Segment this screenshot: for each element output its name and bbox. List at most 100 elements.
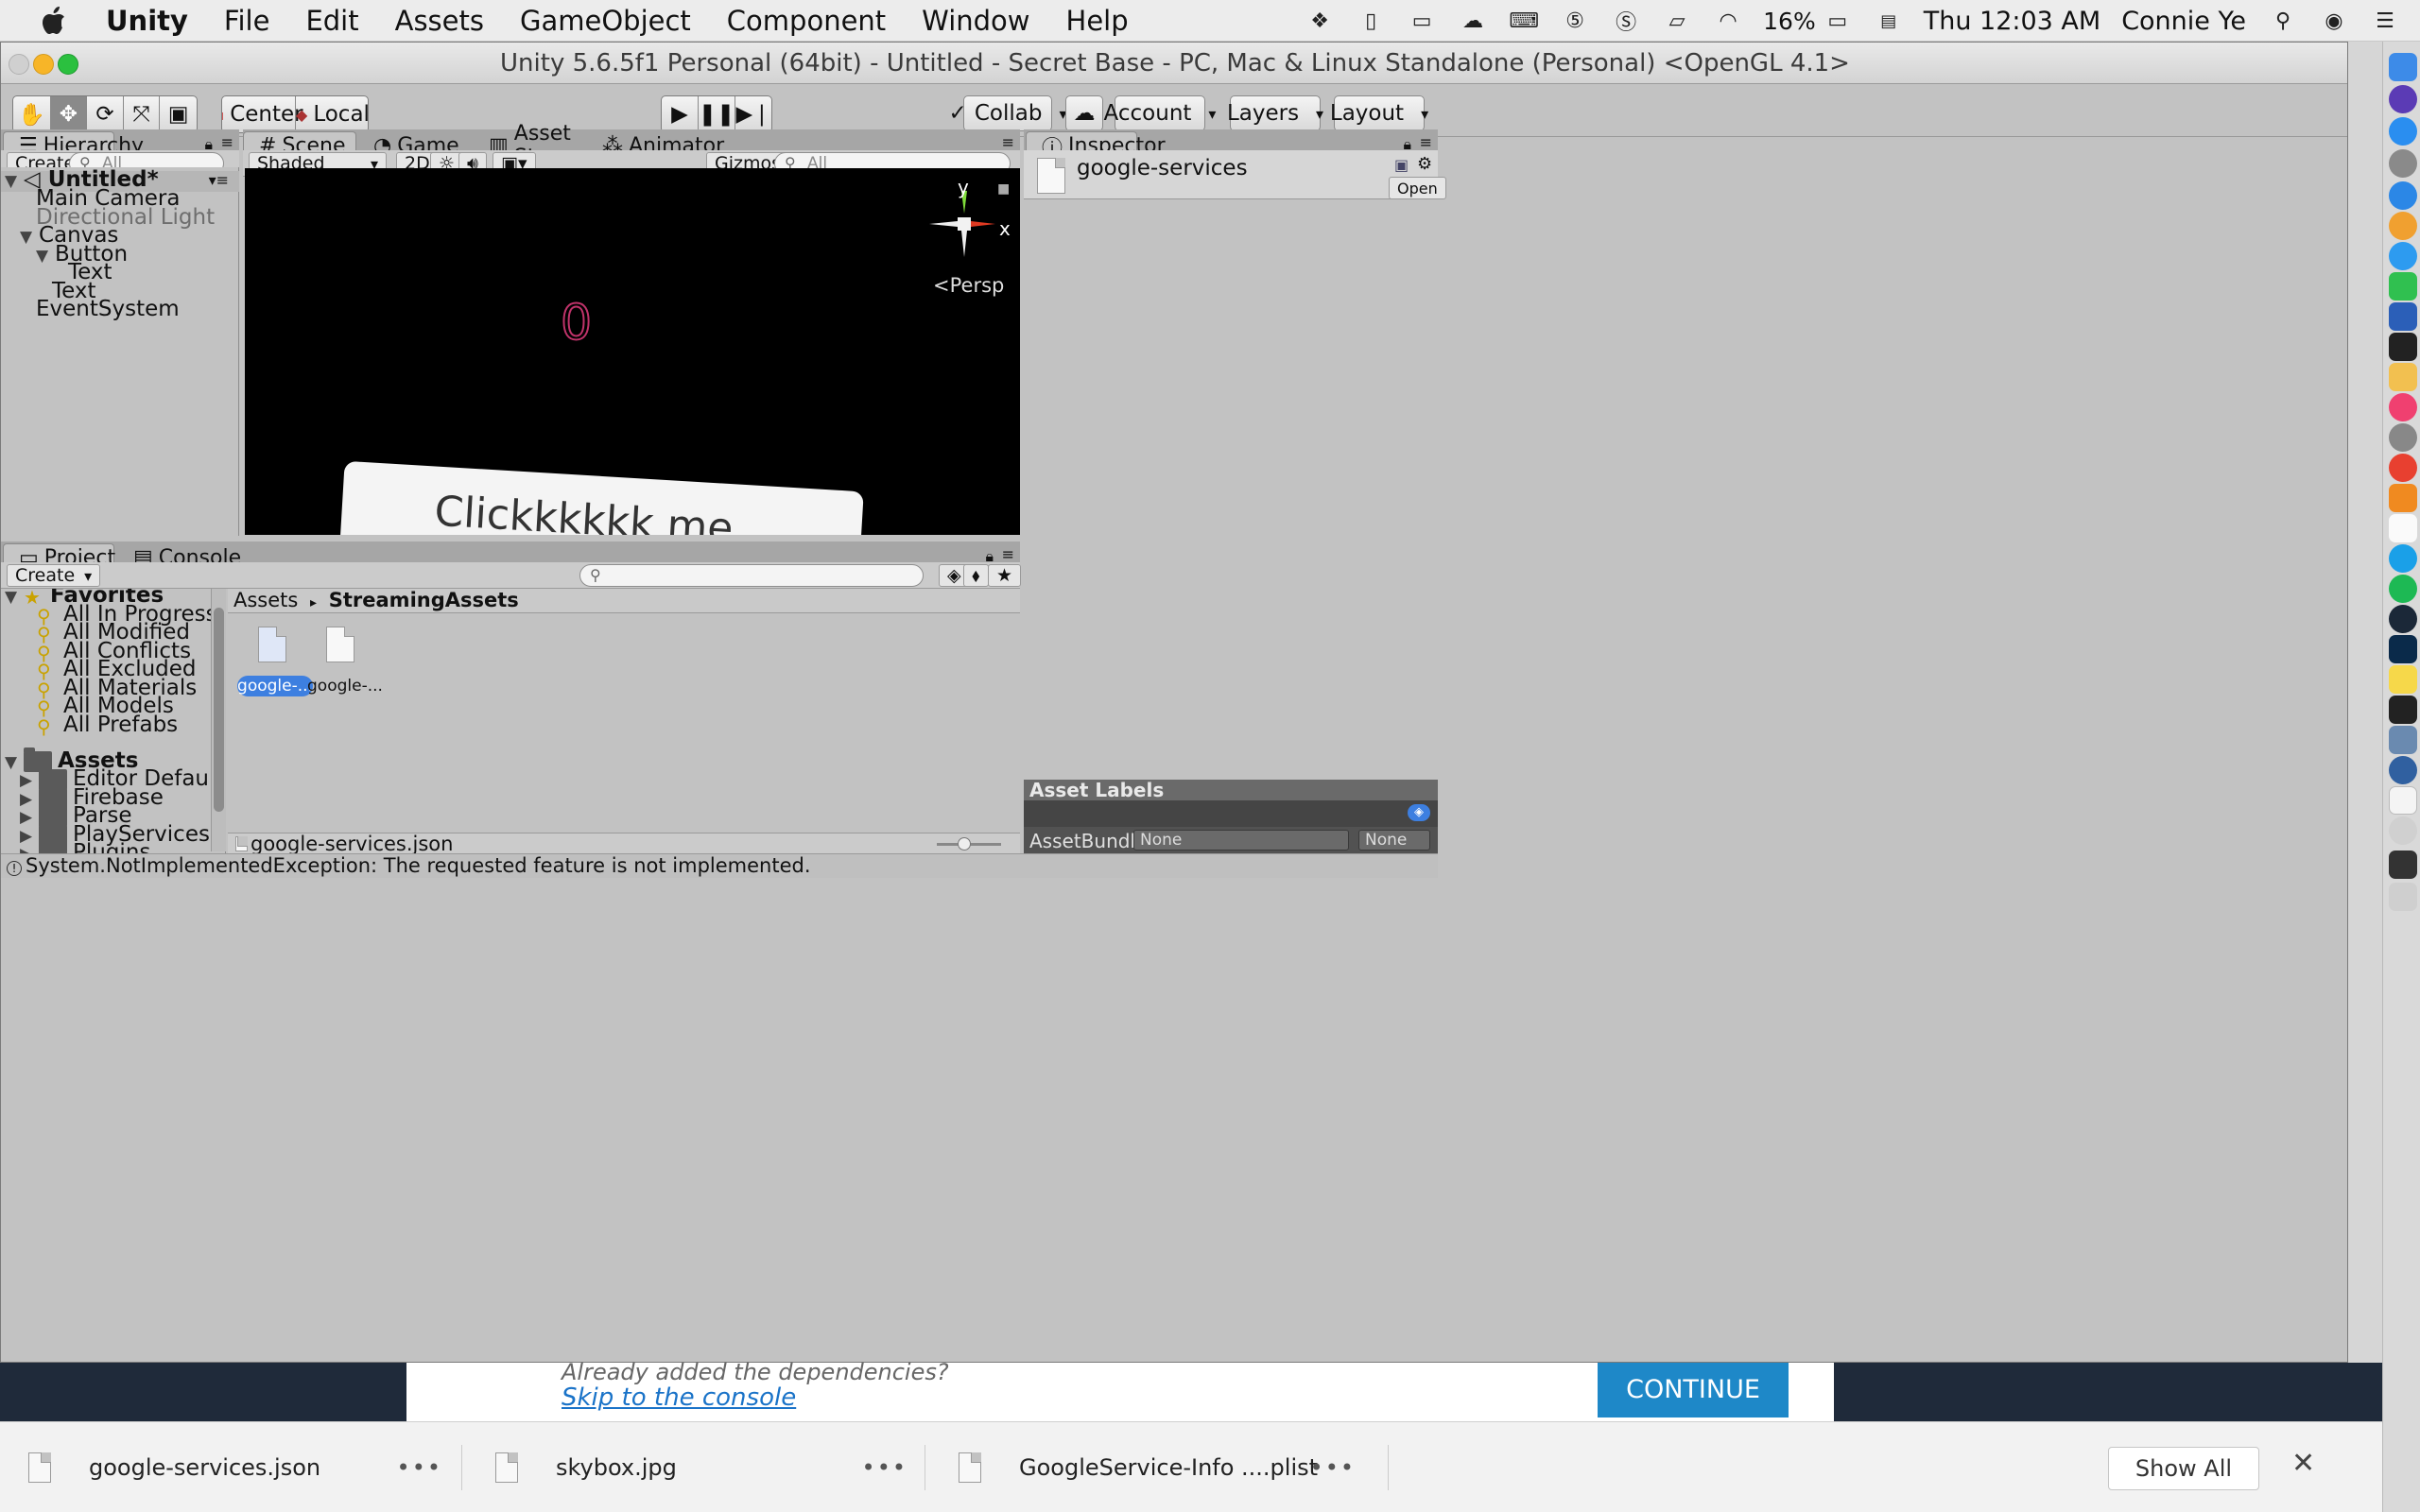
chrome-icon[interactable] <box>2389 454 2417 482</box>
asset-file[interactable]: google-... <box>307 623 383 698</box>
collab-dropdown[interactable]: ✓ Collab <box>949 95 1052 131</box>
rotate-tool-icon[interactable]: ⟳ <box>87 96 124 132</box>
launchpad-icon[interactable] <box>2389 149 2417 178</box>
more-options-icon[interactable]: ••• <box>1310 1454 1356 1481</box>
skip-to-console-link[interactable]: Skip to the console <box>562 1383 796 1412</box>
layout-dropdown[interactable]: Layout <box>1330 95 1425 131</box>
open-button[interactable]: Open <box>1389 177 1446 199</box>
spotify-icon[interactable] <box>2389 575 2417 603</box>
scene-menu-icon[interactable]: ▾≡ <box>209 171 229 189</box>
calendar-icon[interactable] <box>2389 514 2417 542</box>
spotlight-search-icon[interactable]: ⚲ <box>2267 7 2299 35</box>
monitor-icon[interactable] <box>2389 850 2417 879</box>
system-preferences-icon[interactable] <box>2389 423 2417 452</box>
play-icon[interactable]: ▶ <box>662 96 699 132</box>
move-tool-icon[interactable]: ✥ <box>50 96 88 132</box>
menu-assets[interactable]: Assets <box>395 5 484 37</box>
breadcrumb-assets[interactable]: Assets <box>233 589 298 611</box>
notification-center-icon[interactable]: ☰ <box>2369 7 2401 35</box>
continue-button[interactable]: CONTINUE <box>1598 1363 1789 1418</box>
window-icon[interactable]: ▭ <box>1406 7 1438 35</box>
menu-gameobject[interactable]: GameObject <box>520 5 691 37</box>
notes-icon[interactable]: ▯ <box>1355 7 1387 35</box>
search-by-label-icon[interactable]: ⬧ <box>963 564 989 587</box>
finder-icon[interactable] <box>2389 53 2417 81</box>
trash-icon[interactable] <box>2389 883 2417 911</box>
icon-size-slider[interactable] <box>937 837 1001 850</box>
apple-icon[interactable] <box>38 5 70 37</box>
panel-menu-icon[interactable]: ≡ <box>1002 133 1014 151</box>
more-options-icon[interactable]: ••• <box>397 1454 442 1481</box>
siri-icon[interactable] <box>2389 85 2417 113</box>
assetbundle-variant-select[interactable]: None <box>1358 830 1430 850</box>
download-item[interactable]: google-services.json ••• <box>28 1422 463 1512</box>
menu-component[interactable]: Component <box>727 5 886 37</box>
itunes-icon[interactable] <box>2389 393 2417 421</box>
hierarchy-item[interactable]: EventSystem <box>36 297 180 321</box>
breadcrumb-streamingassets[interactable]: StreamingAssets <box>329 589 519 611</box>
project-create-button[interactable]: Create <box>7 564 101 587</box>
scene-ui-button[interactable]: Clickkkkkk me <box>338 460 864 535</box>
download-item[interactable]: skybox.jpg ••• <box>495 1422 930 1512</box>
clock[interactable]: Thu 12:03 AM <box>1924 7 2100 36</box>
help-icon[interactable] <box>2389 816 2417 845</box>
sketch-icon[interactable] <box>2389 363 2417 391</box>
panel-menu-icon[interactable]: ≡ <box>1420 133 1432 151</box>
creative-cloud-icon[interactable]: ☁ <box>1457 7 1489 35</box>
word-icon[interactable] <box>2389 302 2417 331</box>
sublime-icon[interactable] <box>2389 484 2417 512</box>
folder-item[interactable]: ▶Plugins <box>20 838 150 853</box>
keyboard-icon[interactable]: ⌨ <box>1508 7 1540 35</box>
favorite-item[interactable]: ⚲ All Prefabs <box>37 713 178 738</box>
layers-dropdown[interactable]: Layers <box>1227 95 1321 131</box>
menu-help[interactable]: Help <box>1066 5 1129 37</box>
menu-window[interactable]: Window <box>922 5 1029 37</box>
menu-file[interactable]: File <box>224 5 270 37</box>
cloud-icon[interactable]: ☁ <box>1065 95 1103 131</box>
terminal-icon[interactable] <box>2389 333 2417 361</box>
photoshop-icon[interactable] <box>2389 635 2417 663</box>
steam-icon[interactable] <box>2389 605 2417 633</box>
airplay-icon[interactable]: ▱ <box>1661 7 1693 35</box>
unity-icon[interactable] <box>2389 696 2417 724</box>
favorite-star-icon[interactable]: ★ <box>988 564 1022 587</box>
step-icon[interactable]: ▶❘ <box>735 96 771 132</box>
assetbundle-name-select[interactable]: None <box>1133 830 1349 850</box>
projection-toggle[interactable]: <Persp <box>933 274 1004 297</box>
photos-icon[interactable] <box>2389 212 2417 240</box>
pause-icon[interactable]: ❚❚ <box>699 96 735 132</box>
slider-thumb[interactable] <box>958 837 971 850</box>
skype-icon[interactable]: Ⓢ <box>1610 7 1642 35</box>
5-icon[interactable]: ⑤ <box>1559 7 1591 35</box>
safari-icon[interactable] <box>2389 181 2417 210</box>
panel-menu-icon[interactable]: ≡ <box>1002 545 1014 563</box>
menu-edit[interactable]: Edit <box>305 5 358 37</box>
folder-tree-scrollbar[interactable] <box>211 589 226 851</box>
more-options-icon[interactable]: ••• <box>862 1454 908 1481</box>
scale-tool-icon[interactable]: ⤧ <box>124 96 161 132</box>
downloads-stack-icon[interactable] <box>2389 756 2417 784</box>
wifi-icon[interactable]: ◠ <box>1712 7 1744 35</box>
back-chevron-icon[interactable]: ‹ <box>412 1376 421 1400</box>
siri-icon[interactable]: ◉ <box>2318 7 2350 35</box>
label-tag-icon[interactable]: ◈ <box>1408 804 1430 821</box>
project-search-input[interactable] <box>579 564 924 587</box>
menu-app-name[interactable]: Unity <box>106 5 188 37</box>
preview-icon[interactable] <box>2389 726 2417 754</box>
messages-icon[interactable] <box>2389 242 2417 270</box>
download-item[interactable]: GoogleService-Info ....plist ••• <box>959 1422 1393 1512</box>
status-bar[interactable]: ! System.NotImplementedException: The req… <box>1 853 1438 878</box>
scrollbar-thumb[interactable] <box>214 608 224 812</box>
show-all-button[interactable]: Show All <box>2108 1447 2259 1490</box>
document-icon[interactable] <box>2389 786 2417 815</box>
settings-gear-icon[interactable]: ⚙ <box>1417 154 1432 174</box>
dropbox-icon[interactable]: ❖ <box>1304 7 1336 35</box>
app-store-icon[interactable] <box>2389 117 2417 146</box>
us-flag-icon[interactable]: ▤ <box>1873 7 1905 35</box>
facetime-icon[interactable] <box>2389 272 2417 301</box>
rect-tool-icon[interactable]: ▣ <box>160 96 197 132</box>
pivot-center-button[interactable]: ▪ Center <box>222 96 303 132</box>
scene-view[interactable]: y x ■ <Persp 0 Clickkkkkk me <box>245 168 1020 535</box>
panel-menu-icon[interactable]: ≡ <box>221 133 233 151</box>
pivot-local-button[interactable]: ◆ Local <box>296 96 368 132</box>
